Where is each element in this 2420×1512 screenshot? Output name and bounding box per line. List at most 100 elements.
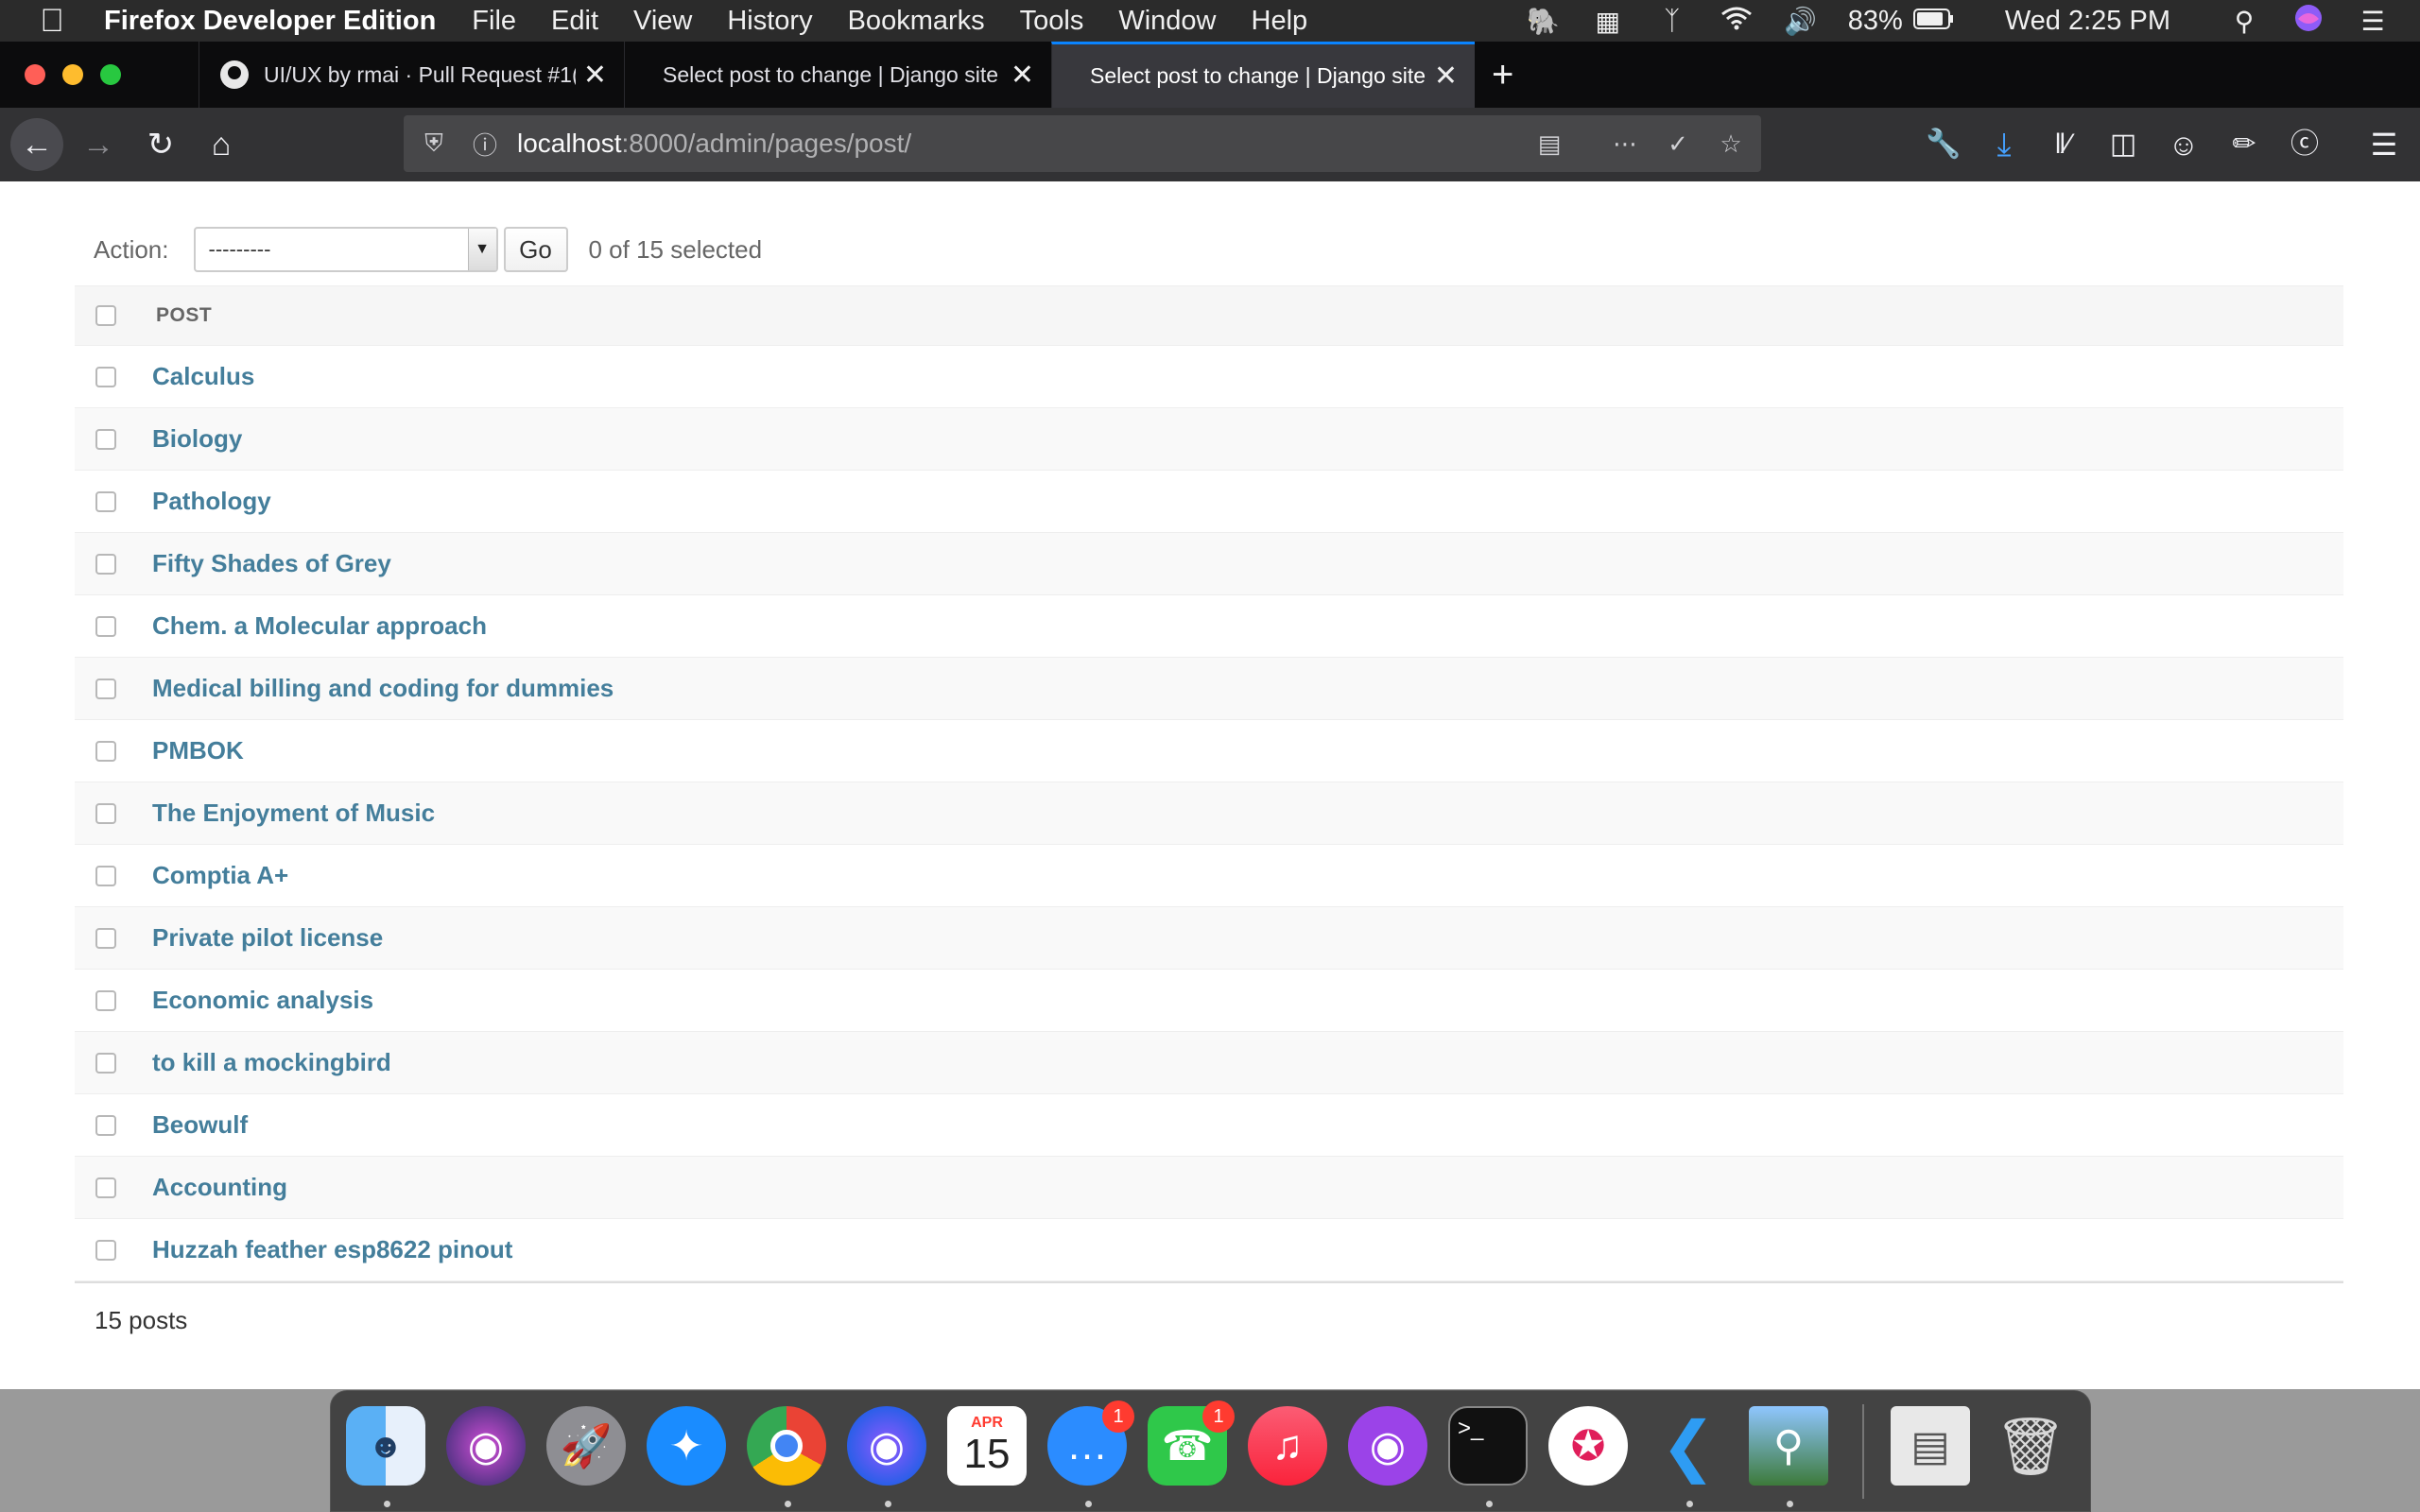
row-select-checkbox[interactable] <box>95 740 116 762</box>
menu-file[interactable]: File <box>472 6 516 37</box>
menu-bookmarks[interactable]: Bookmarks <box>848 6 985 37</box>
row-select-checkbox[interactable] <box>95 865 116 886</box>
row-select-checkbox[interactable] <box>95 678 116 699</box>
slack-icon[interactable]: ✪ <box>1548 1406 1628 1486</box>
post-link[interactable]: Medical billing and coding for dummies <box>152 674 614 703</box>
post-link[interactable]: The Enjoyment of Music <box>152 799 435 828</box>
window-zoom-button[interactable] <box>100 64 121 85</box>
post-link[interactable]: to kill a mockingbird <box>152 1048 391 1077</box>
firefox-account-icon[interactable]: ☺ <box>2157 118 2210 171</box>
post-link[interactable]: PMBOK <box>152 736 244 765</box>
safari-compass-icon[interactable]: ✦ <box>647 1406 726 1486</box>
hamburger-menu-icon[interactable]: ☰ <box>2358 118 2411 171</box>
volume-icon[interactable]: 🔊 <box>1784 6 1818 37</box>
row-select-checkbox[interactable] <box>95 927 116 949</box>
spotlight-search-icon[interactable]: ⚲ <box>2227 6 2261 37</box>
post-link[interactable]: Economic analysis <box>152 986 373 1015</box>
post-link[interactable]: Chem. a Molecular approach <box>152 611 487 641</box>
pocket-icon[interactable]: ✓ <box>1659 129 1697 159</box>
row-select-checkbox[interactable] <box>95 802 116 824</box>
menu-view[interactable]: View <box>633 6 692 37</box>
post-link[interactable]: Huzzah feather esp8622 pinout <box>152 1235 512 1264</box>
siri-icon[interactable] <box>2291 4 2325 39</box>
page-actions-icon[interactable]: ⋯ <box>1606 129 1644 159</box>
apple-logo-icon[interactable]:  <box>0 3 104 40</box>
clock[interactable]: Wed 2:25 PM <box>2005 6 2170 37</box>
new-tab-button[interactable]: + <box>1475 42 1541 108</box>
tab-django-admin-1[interactable]: Select post to change | Django site ✕ <box>624 42 1051 108</box>
bookmark-star-icon[interactable]: ☆ <box>1712 129 1750 159</box>
wifi-icon[interactable] <box>1720 6 1754 37</box>
post-link[interactable]: Pathology <box>152 487 271 516</box>
sidebar-icon[interactable]: ◫ <box>2097 118 2150 171</box>
menu-window[interactable]: Window <box>1118 6 1216 37</box>
post-link[interactable]: Accounting <box>152 1173 287 1202</box>
color-picker-icon[interactable]: ✏ <box>2218 118 2271 171</box>
chevron-down-icon[interactable]: ▼ <box>467 229 496 270</box>
menu-tools[interactable]: Tools <box>1020 6 1084 37</box>
extension-icon[interactable]: ⓒ <box>2278 118 2331 171</box>
library-icon[interactable]: ‖⁄ <box>2036 118 2089 171</box>
downloads-icon[interactable]: ⤓ <box>1978 118 2031 171</box>
row-select-checkbox[interactable] <box>95 1177 116 1198</box>
tab-django-admin-active[interactable]: Select post to change | Django site ✕ <box>1051 42 1475 108</box>
notification-center-icon[interactable]: ☰ <box>2356 6 2390 37</box>
window-minimize-button[interactable] <box>62 64 83 85</box>
site-info-icon[interactable]: ⓘ <box>466 127 504 162</box>
battery-icon[interactable] <box>1912 6 1956 36</box>
row-select-checkbox[interactable] <box>95 615 116 637</box>
post-link[interactable]: Comptia A+ <box>152 861 288 890</box>
row-select-checkbox[interactable] <box>95 366 116 387</box>
launchpad-rocket-icon[interactable]: 🚀 <box>546 1406 626 1486</box>
row-select-checkbox[interactable] <box>95 428 116 450</box>
reload-button[interactable]: ↻ <box>134 118 187 171</box>
downloads-stack-icon[interactable]: ▤ <box>1891 1406 1970 1486</box>
forward-button[interactable]: → <box>72 118 125 171</box>
app-name-menu[interactable]: Firefox Developer Edition <box>104 6 436 37</box>
menu-edit[interactable]: Edit <box>551 6 598 37</box>
reader-view-icon[interactable]: ▤ <box>1530 129 1568 159</box>
tab-github-pull-request[interactable]: UI/UX by rmai · Pull Request #1( ✕ <box>199 42 624 108</box>
terminal-icon[interactable]: >_ <box>1448 1406 1528 1486</box>
battery-percent: 83% <box>1847 5 1903 36</box>
calendar-icon[interactable]: APR 15 <box>947 1406 1027 1486</box>
post-link[interactable]: Fifty Shades of Grey <box>152 549 391 578</box>
home-button[interactable]: ⌂ <box>195 118 248 171</box>
bluetooth-icon[interactable]: ᛉ <box>1655 6 1689 36</box>
menu-history[interactable]: History <box>727 6 812 37</box>
action-select[interactable]: --------- ▼ <box>193 227 498 272</box>
trash-icon[interactable]: 🗑 <box>1991 1406 2070 1486</box>
column-header-post[interactable]: POST <box>156 304 212 327</box>
row-select-checkbox[interactable] <box>95 1239 116 1261</box>
select-all-checkbox[interactable] <box>95 305 116 326</box>
post-link[interactable]: Private pilot license <box>152 923 383 953</box>
podcasts-icon[interactable]: ◉ <box>1348 1406 1427 1486</box>
row-select-checkbox[interactable] <box>95 989 116 1011</box>
finder-icon[interactable]: ☻ <box>346 1406 425 1486</box>
row-select-checkbox[interactable] <box>95 490 116 512</box>
tab-close-icon[interactable]: ✕ <box>583 59 607 92</box>
chrome-icon[interactable] <box>747 1406 826 1486</box>
music-icon[interactable]: ♫ <box>1248 1406 1327 1486</box>
windows-icon[interactable]: ▦ <box>1591 6 1625 37</box>
evernote-icon[interactable]: 🐘 <box>1527 6 1561 37</box>
post-link[interactable]: Biology <box>152 424 242 454</box>
url-bar[interactable]: ⛨ ⓘ localhost :8000/admin/pages/post/ ▤ … <box>404 115 1761 172</box>
siri-icon[interactable]: ◉ <box>446 1406 526 1486</box>
vscode-icon[interactable]: ❮ <box>1649 1406 1728 1486</box>
developer-tools-wrench-icon[interactable]: 🔧 <box>1917 118 1970 171</box>
post-link[interactable]: Beowulf <box>152 1110 248 1140</box>
tab-close-icon[interactable]: ✕ <box>1434 60 1458 93</box>
row-select-checkbox[interactable] <box>95 1052 116 1074</box>
menu-help[interactable]: Help <box>1252 6 1308 37</box>
tracking-protection-shield-icon[interactable]: ⛨ <box>415 129 453 159</box>
preview-icon[interactable]: ⚲ <box>1749 1406 1828 1486</box>
go-button[interactable]: Go <box>503 227 568 272</box>
window-close-button[interactable] <box>25 64 45 85</box>
row-select-checkbox[interactable] <box>95 553 116 575</box>
tab-close-icon[interactable]: ✕ <box>1011 59 1034 92</box>
firefox-developer-edition-icon[interactable]: ◉ <box>847 1406 926 1486</box>
back-button[interactable]: ← <box>10 118 63 171</box>
row-select-checkbox[interactable] <box>95 1114 116 1136</box>
post-link[interactable]: Calculus <box>152 362 254 391</box>
